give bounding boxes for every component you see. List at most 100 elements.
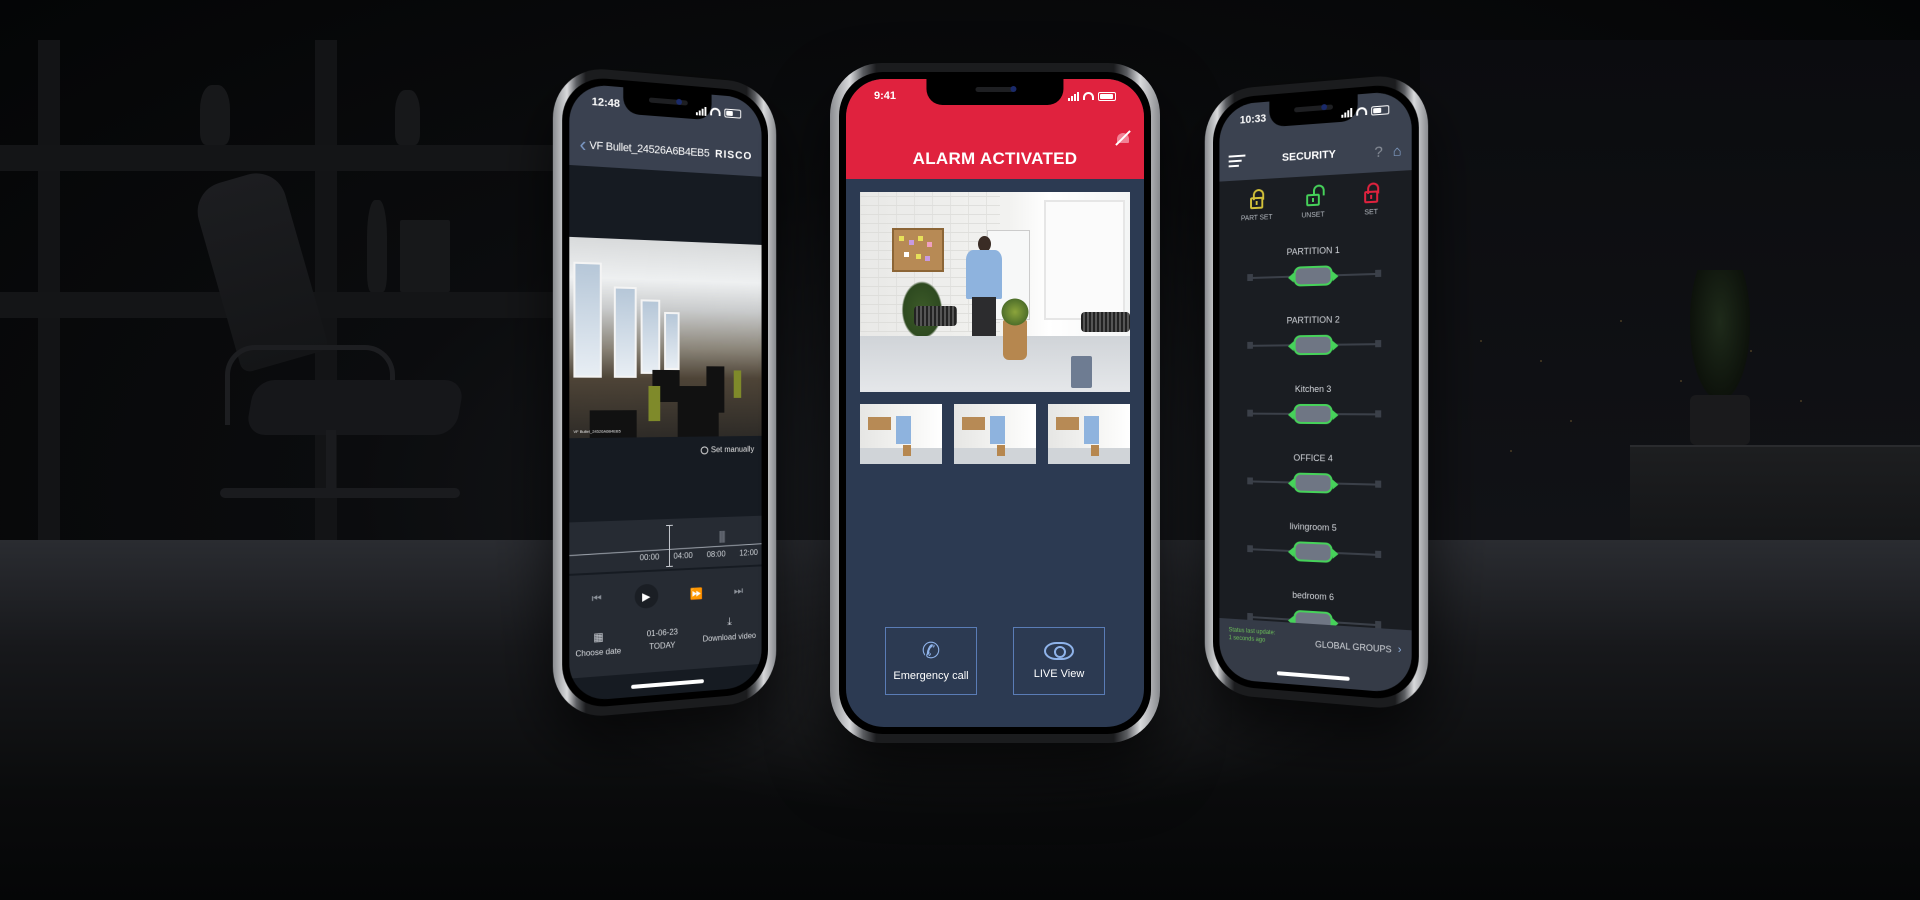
office-chair-stem [326, 430, 336, 490]
bookshelf-shelf [0, 145, 560, 171]
date-value: 01-06-23 [646, 627, 678, 639]
timeline-event-marker[interactable] [719, 530, 726, 543]
risco-logo: RISCO [715, 148, 753, 163]
alarm-actions: ✆ Emergency call LIVE View [846, 627, 1144, 695]
skip-forward-icon[interactable]: ⏭ [734, 584, 743, 597]
timeline-tick: 00:00 [639, 552, 660, 563]
slider-knob[interactable] [1293, 403, 1333, 425]
battery-icon [1098, 91, 1116, 101]
partition-slider[interactable] [1247, 334, 1382, 356]
signal-icon [695, 106, 707, 116]
chevron-left-icon[interactable]: ‹ [580, 133, 590, 157]
slider-knob[interactable] [1293, 541, 1333, 563]
status-time: 12:48 [591, 95, 620, 111]
timeline-tick: 12:00 [739, 548, 758, 558]
set-manually-label: Set manually [710, 444, 755, 455]
snapshot-thumbnail[interactable] [954, 404, 1036, 464]
set-manually-button[interactable]: Set manually [700, 445, 754, 455]
calendar-icon: ▦ [593, 631, 604, 645]
battery-icon [724, 108, 742, 119]
partition-item: Kitchen 3 [1229, 376, 1402, 447]
part-set-button[interactable]: PART SET [1231, 188, 1284, 223]
emergency-call-button[interactable]: ✆ Emergency call [885, 627, 977, 695]
office-chair-back [190, 166, 330, 374]
plant-pot [1690, 395, 1750, 445]
slider-knob[interactable] [1293, 265, 1333, 287]
video-screen: 12:48 ‹ VF Bullet_24526A6B4EB5 RISCO VF … [569, 82, 762, 703]
partition-slider[interactable] [1247, 539, 1382, 565]
camera-title: VF Bullet_24526A6B4EB5 [589, 139, 710, 160]
snapshot-thumbnail[interactable] [860, 404, 942, 464]
security-title: SECURITY [1282, 148, 1336, 164]
bookshelf-post [38, 40, 60, 540]
alarm-title: ALARM ACTIVATED [912, 149, 1078, 168]
slider-knob[interactable] [1293, 334, 1333, 356]
battery-icon [1371, 104, 1390, 116]
partition-slider[interactable] [1247, 264, 1382, 288]
fast-forward-icon[interactable]: ⏩ [690, 587, 703, 601]
download-icon: ⤓ [727, 615, 732, 629]
slider-knob[interactable] [1293, 472, 1333, 494]
video-camera-label: VF Bullet_24526A6B4EB5 [573, 428, 621, 435]
wifi-icon [710, 107, 721, 117]
video-timeline[interactable]: 00:00 04:00 08:00 12:00 [569, 515, 762, 574]
partition-name: OFFICE 4 [1293, 452, 1333, 464]
date-sublabel: TODAY [649, 640, 676, 652]
playback-controls: ⏮ ▶ ⏩ ⏭ ▦ Choose date 01-06-23 TODAY ⤓ D… [569, 566, 762, 679]
partition-item: PARTITION 1 [1229, 234, 1402, 309]
books [400, 220, 450, 292]
snapshot-thumbnails [860, 404, 1130, 464]
eye-icon [1044, 642, 1074, 660]
partition-item: livingroom 5 [1229, 511, 1402, 588]
live-view-button[interactable]: LIVE View [1013, 627, 1105, 695]
partition-slider[interactable] [1247, 472, 1382, 495]
alarm-screen: 9:41 ALARM ACTIVATED ✆ Emergency call LI… [846, 79, 1144, 727]
current-date: 01-06-23 TODAY [647, 625, 678, 653]
vase [395, 90, 420, 145]
alarm-snapshot-main[interactable] [860, 192, 1130, 392]
video-player[interactable]: VF Bullet_24526A6B4EB5 [569, 236, 762, 439]
emergency-call-label: Emergency call [893, 670, 969, 682]
lock-closed-icon [1364, 190, 1379, 204]
status-bar: 9:41 [846, 87, 1144, 105]
snapshot-thumbnail[interactable] [1048, 404, 1130, 464]
partition-slider[interactable] [1247, 403, 1382, 425]
hamburger-menu-icon[interactable] [1228, 154, 1246, 168]
chevron-right-icon: › [1397, 643, 1402, 657]
status-time: 9:41 [874, 90, 897, 102]
download-video-button[interactable]: ⤓ Download video [703, 614, 756, 649]
office-chair-seat [245, 380, 465, 435]
partition-name: PARTITION 1 [1286, 244, 1340, 257]
plant [1690, 270, 1750, 400]
set-button[interactable]: SET [1343, 181, 1399, 217]
vase [367, 200, 387, 292]
partition-item: PARTITION 2 [1229, 305, 1402, 376]
arm-modes: PART SET UNSET SET [1231, 181, 1400, 223]
siren-off-icon[interactable] [1114, 129, 1132, 146]
unset-button[interactable]: UNSET [1286, 184, 1340, 220]
wifi-icon [1083, 92, 1094, 100]
play-icon[interactable]: ▶ [634, 583, 659, 609]
skip-back-icon[interactable]: ⏮ [592, 592, 602, 606]
lock-partial-icon [1250, 196, 1264, 210]
home-indicator[interactable] [631, 679, 705, 689]
phone-video-playback: 12:48 ‹ VF Bullet_24526A6B4EB5 RISCO VF … [552, 64, 777, 721]
partition-list: PARTITION 1 PARTITION 2 Kitchen 3 OFFICE… [1229, 234, 1402, 658]
security-footer: Status last update: 1 seconds ago GLOBAL… [1219, 617, 1412, 695]
timeline-tick: 08:00 [706, 549, 726, 560]
choose-date-button[interactable]: ▦ Choose date [575, 629, 621, 658]
phone-security: 10:33 SECURITY ? ⌂ PART SET UNSET SET PA… [1204, 72, 1429, 712]
security-screen: 10:33 SECURITY ? ⌂ PART SET UNSET SET PA… [1219, 89, 1412, 695]
home-icon[interactable]: ⌂ [1393, 142, 1402, 159]
partition-name: Kitchen 3 [1294, 383, 1332, 395]
phone-alarm: 9:41 ALARM ACTIVATED ✆ Emergency call LI… [830, 63, 1160, 743]
status-time: 10:33 [1239, 112, 1267, 127]
partition-item: OFFICE 4 [1229, 444, 1402, 517]
wifi-icon [1356, 106, 1368, 116]
signal-icon [1068, 91, 1079, 101]
signal-icon [1341, 107, 1353, 118]
partition-name: PARTITION 2 [1286, 314, 1340, 326]
question-icon[interactable]: ? [1374, 143, 1382, 161]
office-chair-base [220, 488, 460, 498]
clock-icon [700, 445, 709, 454]
